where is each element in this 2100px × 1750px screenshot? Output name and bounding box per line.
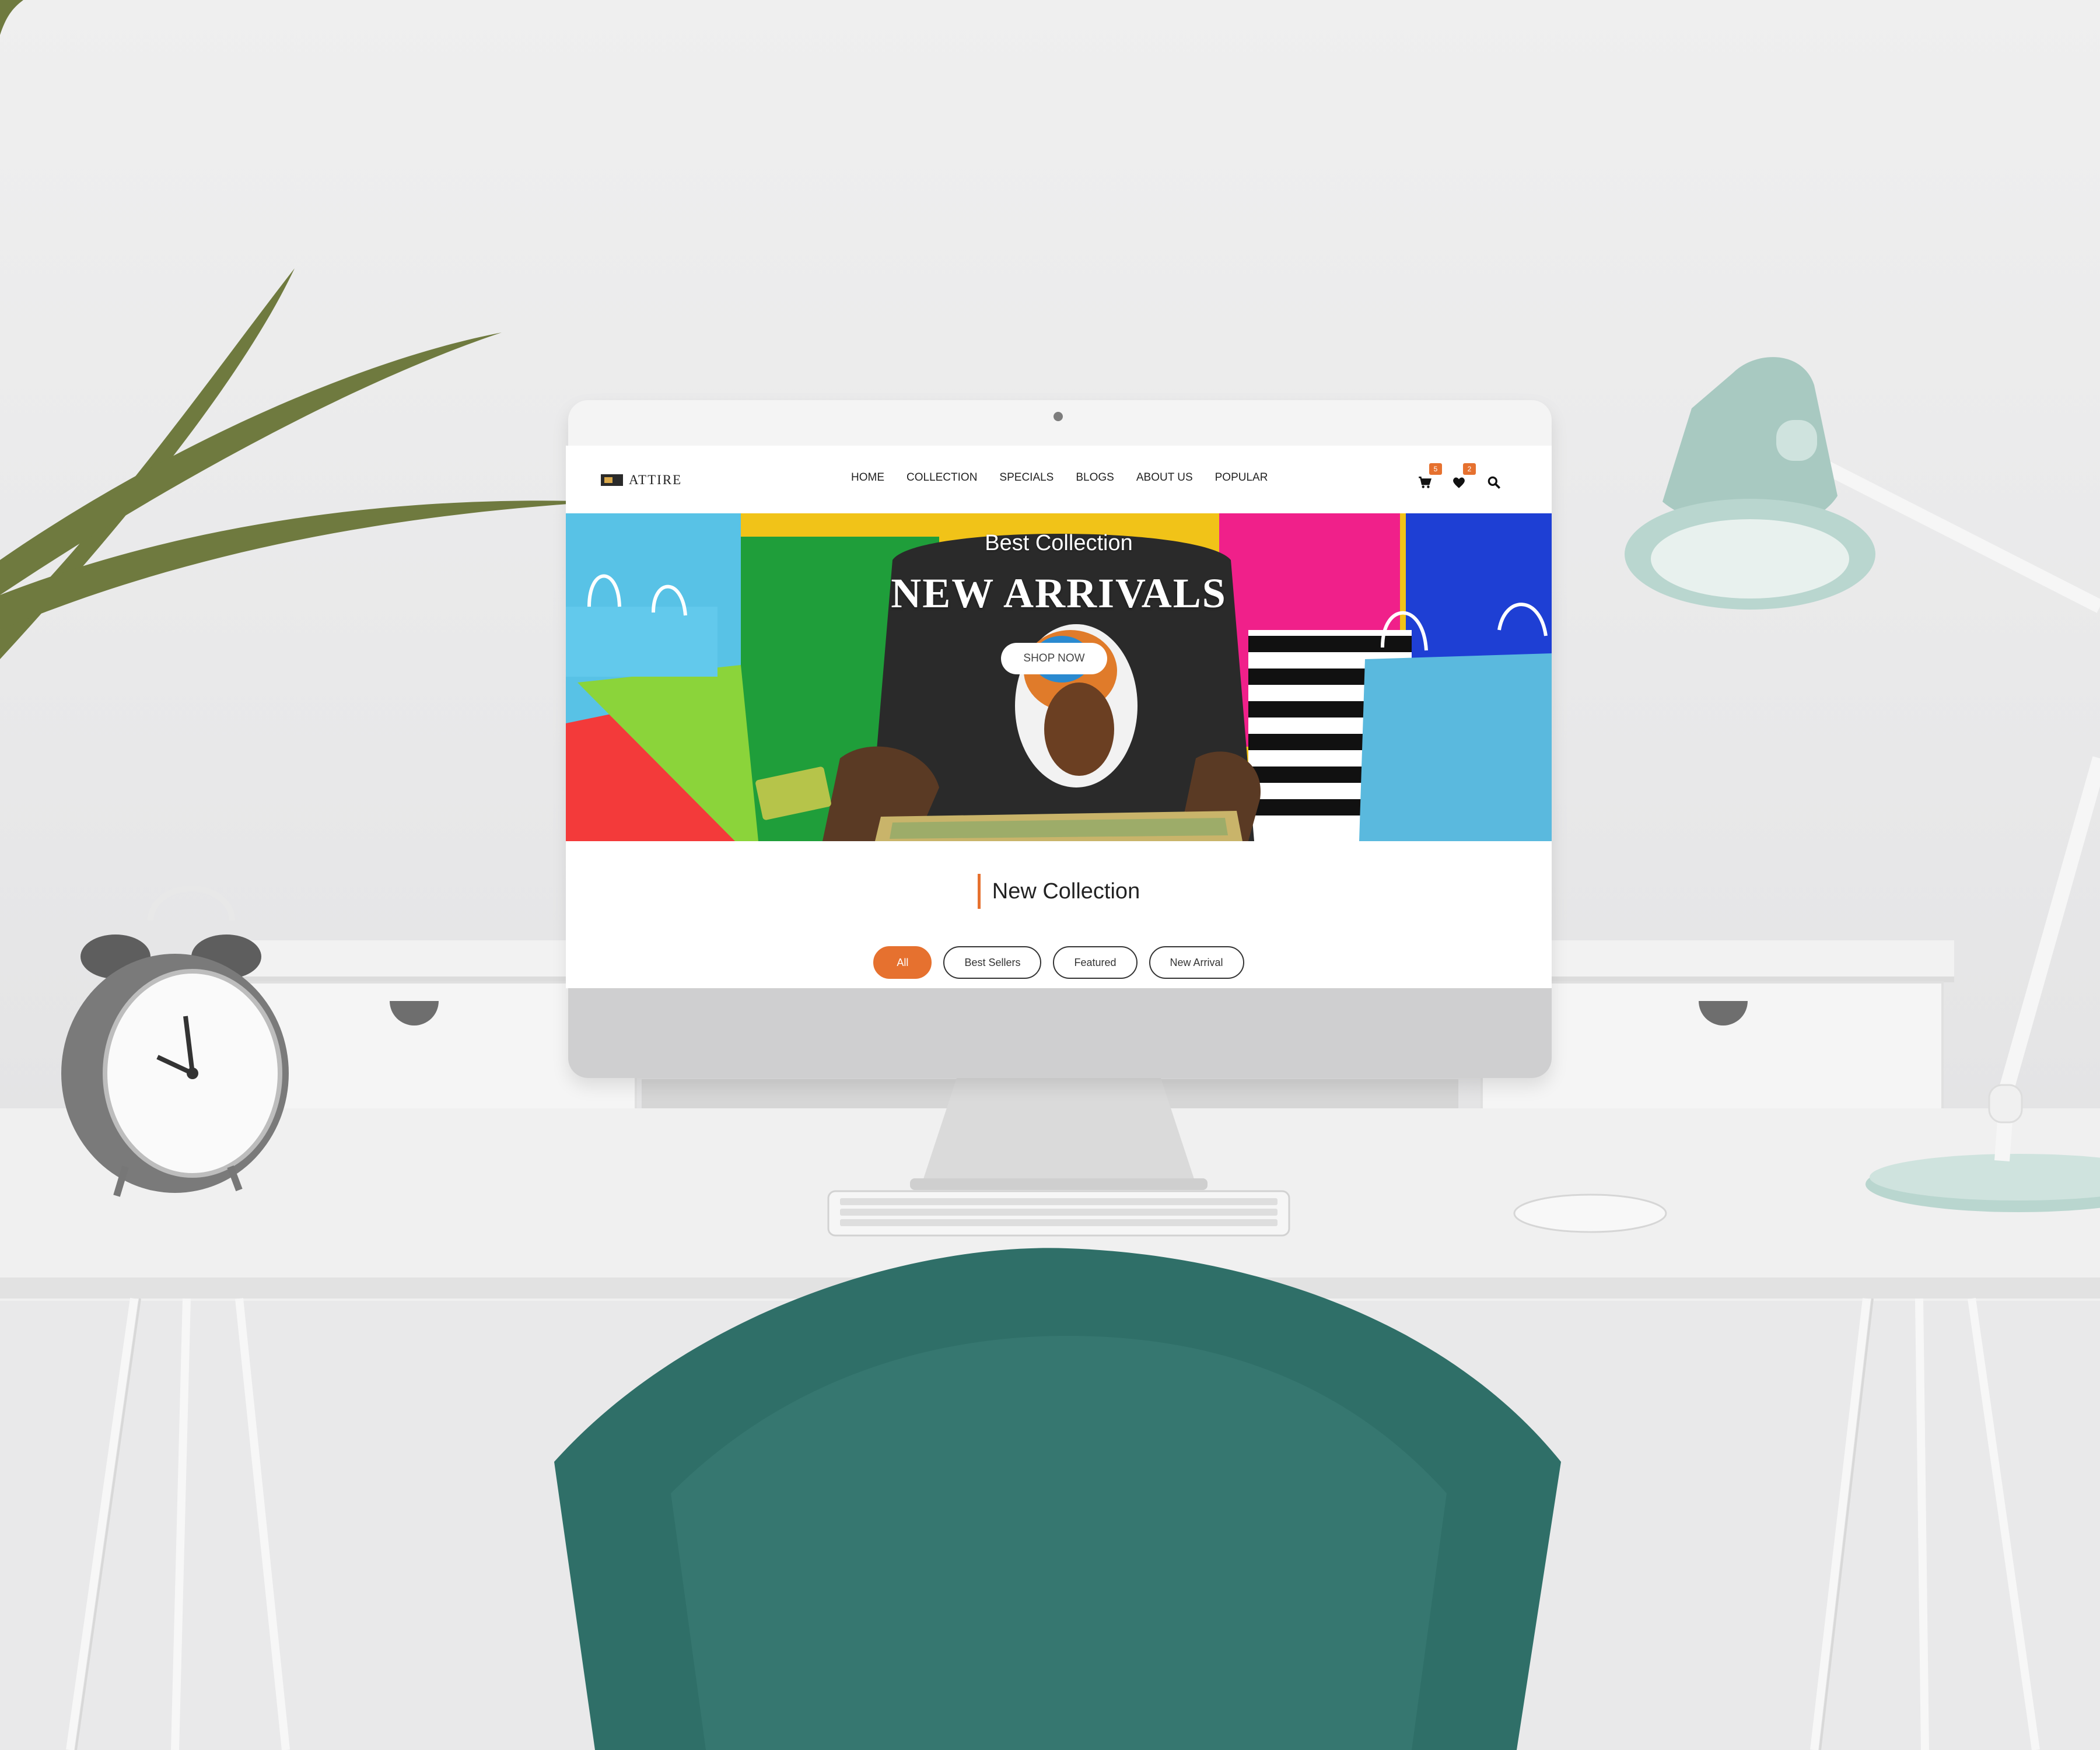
- mouse: [1513, 1194, 1667, 1233]
- filter-new-arrival-button[interactable]: New Arrival: [1149, 946, 1244, 979]
- monitor-stand: [922, 1078, 1196, 1184]
- header-actions: 5 2: [1418, 463, 1534, 498]
- main-nav: HOME COLLECTION SPECIALS BLOGS ABOUT US …: [840, 471, 1279, 484]
- cart-icon[interactable]: [1418, 475, 1433, 490]
- hero-title: NEW ARRIVALS: [891, 570, 1227, 617]
- website-screen: ATTIRE HOME COLLECTION SPECIALS BLOGS AB…: [566, 446, 1552, 988]
- hero-banner: Best Collection NEW ARRIVALS SHOP NOW: [566, 513, 1552, 841]
- plant: [0, 0, 601, 659]
- logo-mark-icon: [601, 474, 623, 486]
- heart-icon[interactable]: [1451, 475, 1466, 490]
- filter-featured-button[interactable]: Featured: [1053, 946, 1138, 979]
- section-title: New Collection: [977, 874, 1140, 909]
- search-icon[interactable]: [1486, 475, 1502, 490]
- hero-image: [566, 513, 1552, 841]
- nav-item-blogs[interactable]: BLOGS: [1065, 471, 1125, 484]
- chair: [554, 1248, 1561, 1750]
- collection-filters: All Best Sellers Featured New Arrival: [566, 946, 1552, 979]
- camera-icon: [1054, 412, 1063, 421]
- cart-count-badge: 5: [1429, 463, 1442, 475]
- site-header: ATTIRE HOME COLLECTION SPECIALS BLOGS AB…: [566, 446, 1552, 513]
- alarm-clock-icon: [61, 886, 289, 1197]
- nav-item-popular[interactable]: POPULAR: [1204, 471, 1279, 484]
- wishlist-count-badge: 2: [1463, 463, 1476, 475]
- collection-heading-wrap: New Collection: [566, 874, 1552, 909]
- nav-item-collection[interactable]: COLLECTION: [895, 471, 988, 484]
- keyboard: [827, 1190, 1290, 1237]
- filter-best-sellers-button[interactable]: Best Sellers: [943, 946, 1042, 979]
- filter-all-button[interactable]: All: [873, 946, 932, 979]
- nav-item-home[interactable]: HOME: [840, 471, 895, 484]
- brand-name: ATTIRE: [629, 473, 682, 487]
- brand-logo[interactable]: ATTIRE: [601, 473, 682, 488]
- nav-item-about-us[interactable]: ABOUT US: [1125, 471, 1204, 484]
- shop-now-button[interactable]: SHOP NOW: [1001, 643, 1107, 674]
- hero-subtitle: Best Collection: [985, 531, 1133, 555]
- monitor-chin: [568, 988, 1552, 1078]
- nav-item-specials[interactable]: SPECIALS: [988, 471, 1065, 484]
